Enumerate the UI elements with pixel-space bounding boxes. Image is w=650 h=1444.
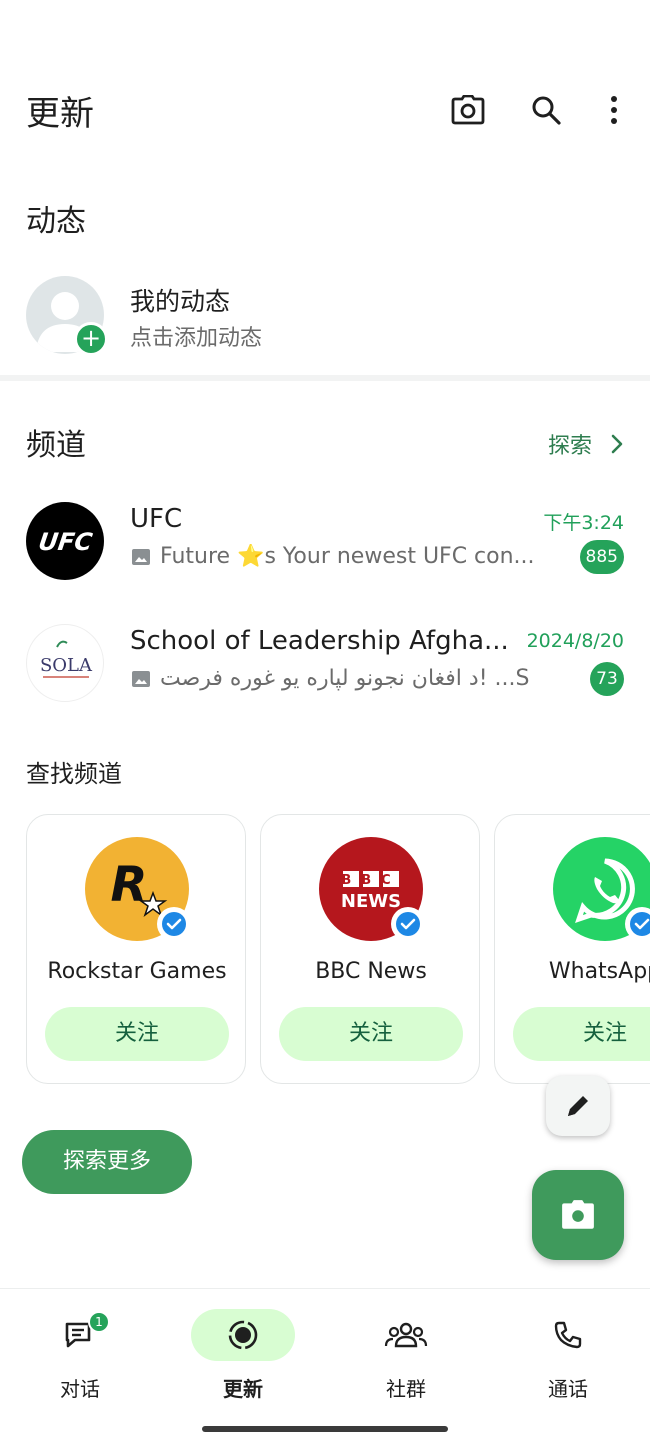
home-indicator[interactable]: [202, 1426, 448, 1432]
find-channels-title: 查找频道: [26, 760, 122, 788]
follow-button[interactable]: 关注: [513, 1007, 650, 1061]
news-logo-text: NEWS: [341, 891, 401, 912]
channel-time: 2024/8/20: [526, 630, 624, 652]
suggestion-card-bbc-news[interactable]: BBC NEWS BBC News 关注: [260, 814, 480, 1084]
verified-badge-icon: [391, 907, 425, 941]
bottom-navigation: 1 对话 更新 社群 通话: [0, 1288, 650, 1444]
pencil-fab[interactable]: [546, 1076, 610, 1136]
explore-channels-link[interactable]: 探索: [548, 428, 624, 460]
sola-logo: SOLA: [26, 624, 104, 702]
nav-updates[interactable]: 更新: [183, 1303, 303, 1413]
chats-icon: [28, 1309, 132, 1361]
chevron-right-icon: [611, 434, 623, 454]
card-channel-name: Rockstar Games: [47, 959, 227, 984]
image-icon: [132, 670, 150, 687]
nav-label: 更新: [223, 1377, 263, 1401]
chats-unread-badge: 1: [88, 1311, 110, 1333]
svg-text:UFC: UFC: [37, 528, 95, 556]
card-channel-name: WhatsApp: [548, 959, 650, 984]
my-status-hint: 点击添加动态: [130, 326, 263, 351]
section-divider: [0, 375, 650, 381]
search-icon[interactable]: [524, 88, 568, 132]
my-status-name: 我的动态: [130, 287, 231, 316]
channel-row-sola[interactable]: SOLA School of Leadership Afgha... 2024/…: [0, 614, 650, 714]
channel-last-message: Future ⭐s Your newest UFC con...: [130, 544, 570, 569]
suggestion-card-whatsapp[interactable]: WhatsApp 关注: [494, 814, 650, 1084]
channel-message-text: د افغان نجونو لپاره یو غوره فرصت! ...S: [160, 666, 530, 691]
channel-time: 下午3:24: [543, 512, 624, 534]
unread-count-badge: 885: [579, 540, 624, 574]
camera-icon: [562, 1200, 594, 1229]
verified-badge-icon: [157, 907, 191, 941]
card-channel-name: BBC News: [315, 959, 427, 984]
verified-badge-icon: [625, 907, 650, 941]
rockstar-logo-text: R: [111, 857, 148, 913]
nav-label: 社群: [386, 1377, 426, 1401]
updates-icon: [191, 1309, 295, 1361]
channel-name: School of Leadership Afgha...: [130, 626, 509, 656]
bbc-logo-text: BBC: [341, 873, 400, 888]
channel-suggestions-carousel[interactable]: R Rockstar Games 关注 BBC NEWS BBC News 关注: [26, 814, 650, 1086]
channel-last-message: د افغان نجونو لپاره یو غوره فرصت! ...S: [130, 666, 570, 691]
channel-message-text: Future ⭐s Your newest UFC con...: [160, 544, 535, 569]
nav-label: 通话: [548, 1377, 588, 1401]
pencil-icon: [568, 1096, 588, 1116]
follow-button[interactable]: 关注: [279, 1007, 463, 1061]
channels-section-title: 频道: [26, 428, 86, 463]
nav-calls[interactable]: 通话: [508, 1303, 628, 1413]
explore-more-button[interactable]: 探索更多: [22, 1130, 192, 1194]
top-app-bar: 更新: [0, 70, 650, 150]
suggestion-card-rockstar[interactable]: R Rockstar Games 关注: [26, 814, 246, 1084]
channel-row-ufc[interactable]: UFC UFC 下午3:24 Future ⭐s Your newest UFC…: [0, 492, 650, 592]
nav-communities[interactable]: 社群: [346, 1303, 466, 1413]
channel-name: UFC: [130, 504, 183, 534]
add-status-icon[interactable]: +: [74, 322, 108, 356]
camera-fab[interactable]: [532, 1170, 624, 1260]
follow-button[interactable]: 关注: [45, 1007, 229, 1061]
communities-icon: [354, 1309, 458, 1361]
sola-logo-text: SOLA: [40, 655, 93, 676]
status-section-title: 动态: [26, 204, 86, 239]
ufc-logo: UFC: [26, 502, 104, 580]
unread-count-badge: 73: [590, 662, 624, 696]
image-icon: [132, 548, 150, 565]
nav-label: 对话: [60, 1377, 100, 1401]
my-status-row[interactable]: + 我的动态 点击添加动态: [0, 270, 650, 360]
explore-label: 探索: [547, 434, 592, 459]
calls-icon: [516, 1309, 620, 1361]
page-title: 更新: [26, 94, 94, 134]
more-vert-icon[interactable]: [592, 88, 636, 132]
nav-chats[interactable]: 1 对话: [20, 1303, 140, 1413]
camera-icon[interactable]: [446, 88, 490, 132]
